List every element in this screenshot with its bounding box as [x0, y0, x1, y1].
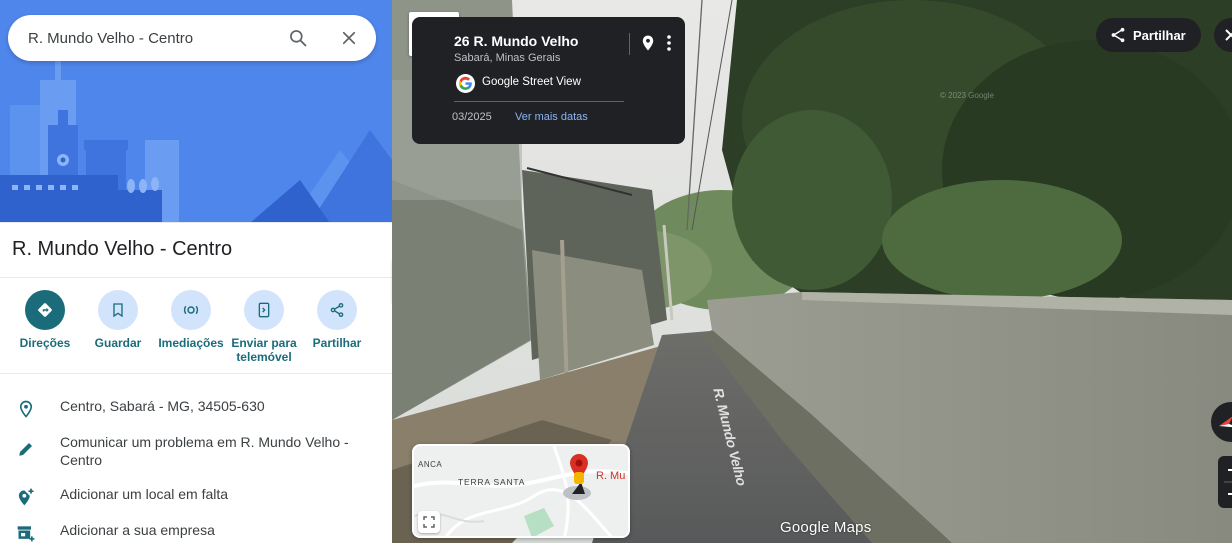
place-panel: R. Mundo Velho - Centro Direções Guardar… [0, 0, 392, 543]
share-icon [317, 290, 357, 330]
copyright-watermark: © 2023 Google [940, 91, 994, 100]
mini-map-image [414, 446, 628, 536]
add-place-row[interactable]: Adicionar um local em falta [0, 485, 392, 509]
location-pin-icon [14, 397, 38, 421]
add-business-row[interactable]: Adicionar a sua empresa [0, 521, 392, 543]
share-button-label: Partilhar [1133, 27, 1186, 43]
compass-button[interactable] [1211, 402, 1232, 442]
map-pin-label: R. Mu [596, 470, 626, 482]
place-title: R. Mundo Velho - Centro [12, 238, 233, 260]
divider [0, 277, 392, 278]
address-row[interactable]: Centro, Sabará - MG, 34505-630 [0, 397, 392, 421]
report-problem-text: Comunicar um problema em R. Mundo Velho … [60, 434, 349, 468]
send-to-phone-label: Enviar para telemóvel [231, 336, 297, 364]
save-label: Guardar [94, 336, 142, 350]
share-button[interactable]: Partilhar [300, 290, 374, 350]
close-icon[interactable] [335, 24, 363, 52]
nearby-label: Imediações [158, 336, 224, 350]
mini-map[interactable]: ANCA TERRA SANTA R. Mu [412, 444, 630, 538]
add-business-text: Adicionar a sua empresa [60, 522, 215, 538]
directions-icon [25, 290, 65, 330]
google-logo-icon [456, 74, 475, 93]
app: R. Mundo Velho - Centro Direções Guardar… [0, 0, 1232, 543]
more-options-icon[interactable] [662, 33, 676, 53]
street-view-info-card: 26 R. Mundo Velho Sabará, Minas Gerais G… [412, 17, 685, 144]
save-button[interactable]: Guardar [81, 290, 155, 350]
capture-date: 03/2025 [452, 111, 492, 123]
divider [0, 373, 392, 374]
pencil-icon [14, 437, 38, 461]
provider-label: Google Street View [482, 76, 581, 88]
card-city: Sabará, Minas Gerais [454, 52, 561, 64]
card-divider [454, 101, 624, 102]
card-address: 26 R. Mundo Velho [454, 33, 579, 49]
expand-map-button[interactable] [418, 511, 440, 533]
close-icon [1225, 29, 1232, 41]
bookmark-icon [98, 290, 138, 330]
search-box [8, 15, 376, 61]
share-label: Partilhar [312, 336, 362, 350]
search-input[interactable] [28, 23, 278, 53]
street-view-share-button[interactable]: Partilhar [1096, 18, 1201, 52]
report-problem-row[interactable]: Comunicar um problema em R. Mundo Velho … [0, 433, 392, 469]
nearby-icon [171, 290, 211, 330]
send-to-phone-icon [244, 290, 284, 330]
more-dates-link[interactable]: Ver mais datas [515, 111, 588, 123]
street-view[interactable]: 26 R. Mundo Velho Sabará, Minas Gerais G… [392, 0, 1232, 543]
nearby-button[interactable]: Imediações [154, 290, 228, 350]
card-divider [629, 33, 630, 55]
directions-label: Direções [19, 336, 71, 350]
address-text: Centro, Sabará - MG, 34505-630 [60, 398, 265, 414]
search-icon[interactable] [284, 24, 312, 52]
google-maps-logo: Google Maps [780, 519, 872, 536]
close-street-view-button[interactable] [1214, 18, 1232, 52]
map-label: TERRA SANTA [458, 477, 526, 487]
expand-icon [423, 516, 435, 528]
add-business-icon [14, 521, 38, 543]
add-place-text: Adicionar um local em falta [60, 486, 229, 502]
map-label: ANCA [418, 460, 443, 469]
add-place-icon [14, 485, 38, 509]
zoom-icons [1224, 465, 1232, 495]
compass-icon [1219, 416, 1232, 428]
action-bar: Direções Guardar Imediações Enviar para … [8, 290, 370, 370]
zoom-control[interactable] [1218, 456, 1232, 508]
share-icon [1111, 27, 1125, 43]
send-to-phone-button[interactable]: Enviar para telemóvel [227, 290, 301, 364]
directions-button[interactable]: Direções [8, 290, 82, 350]
location-pin-icon[interactable] [639, 33, 657, 53]
